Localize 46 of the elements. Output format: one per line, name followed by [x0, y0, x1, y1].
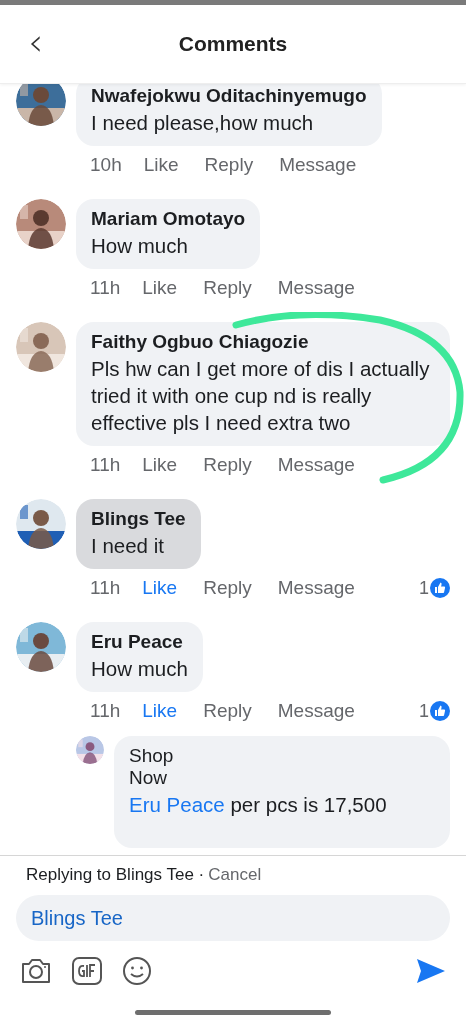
like-button[interactable]: Like — [142, 277, 178, 299]
cancel-link[interactable]: Cancel — [208, 865, 262, 885]
message-button[interactable]: Message — [277, 577, 355, 599]
reply-button[interactable]: Reply — [203, 454, 252, 476]
message-button[interactable]: Message — [277, 700, 355, 722]
comment-text: Eru Peace per pcs is 17,500 — [129, 792, 388, 818]
comment-text: I need please,how much — [91, 110, 315, 136]
thumbs-up-icon — [430, 701, 450, 721]
commenter-name: Blings Tee — [91, 508, 186, 530]
reply-button[interactable]: Reply — [203, 577, 252, 599]
comment-text: How much — [91, 233, 189, 259]
like-button[interactable]: Like — [142, 700, 178, 722]
camera-icon[interactable] — [20, 957, 52, 985]
comment-time: 11h — [90, 277, 121, 299]
replying-to-label: Replying to Blings Tee · — [26, 865, 205, 885]
message-button[interactable]: Message — [279, 154, 357, 176]
reply-button[interactable]: Reply — [203, 277, 252, 299]
comment-text: How much — [91, 656, 188, 682]
message-button[interactable]: Message — [277, 277, 355, 299]
like-button[interactable]: Like — [143, 154, 179, 176]
commenter-name: Faithy Ogbuo Chiagozie — [91, 331, 310, 353]
comment-time: 11h — [90, 454, 121, 476]
gif-icon[interactable] — [72, 957, 102, 985]
send-icon[interactable] — [416, 957, 446, 985]
comment-time: 11h — [90, 577, 121, 599]
commenter-name: Nwafejokwu Oditachinyemugo — [91, 85, 367, 107]
like-button[interactable]: Like — [142, 577, 178, 599]
reply-button[interactable]: Reply — [203, 700, 252, 722]
page-title: Comments — [178, 32, 288, 56]
emoji-icon[interactable] — [122, 956, 152, 986]
commenter-name: Shop Now — [129, 745, 174, 789]
thumbs-up-icon — [430, 578, 450, 598]
commenter-name: Eru Peace — [91, 631, 184, 653]
commenter-name: Mariam Omotayo — [91, 208, 246, 230]
mention-link[interactable]: Eru Peace — [129, 793, 225, 816]
comment-time: 10h — [90, 154, 122, 176]
comment-input[interactable]: Blings Tee — [16, 895, 450, 941]
reaction-count: 1 — [419, 577, 429, 599]
comment-text: I need it — [91, 533, 165, 559]
reply-button[interactable]: Reply — [204, 154, 254, 176]
comment-time: 11h — [90, 700, 121, 722]
reaction-count: 1 — [419, 700, 429, 722]
message-button[interactable]: Message — [277, 454, 355, 476]
back-button[interactable]: ‹ — [22, 25, 50, 59]
like-button[interactable]: Like — [142, 454, 178, 476]
comment-text: Pls hw can I get more of dis I actually tried it with one cup nd is really effective pls I need extra two — [91, 356, 431, 436]
